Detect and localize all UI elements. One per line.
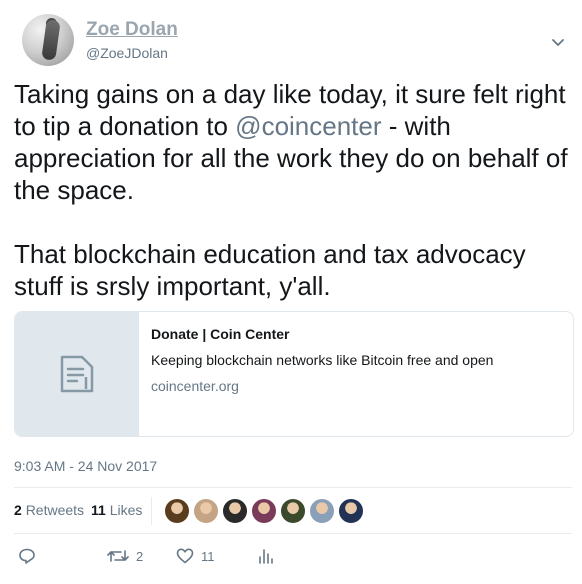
author-handle[interactable]: @ZoeJDolan [86,45,168,61]
analytics-button[interactable] [258,545,274,567]
heart-icon [176,548,194,564]
reply-icon [19,548,35,564]
like-count: 11 [201,548,215,564]
likes-count: 11 [91,502,106,518]
card-body: Donate | Coin Center Keeping blockchain … [151,326,561,394]
card-thumbnail [15,312,139,436]
mention-link[interactable]: @coincenter [235,111,381,141]
avatar[interactable] [22,14,74,66]
retweets-count: 2 [14,502,22,518]
retweets-stat[interactable]: 2 Retweets [14,502,84,518]
liker-avatar[interactable] [222,498,248,524]
reply-button[interactable] [18,545,36,567]
card-domain: coincenter.org [151,378,239,394]
link-card[interactable]: Donate | Coin Center Keeping blockchain … [14,311,574,437]
analytics-icon [259,549,273,564]
liker-avatar[interactable] [164,498,190,524]
tweet-stats: 2 Retweets 11 Likes [14,497,572,525]
liker-avatar[interactable] [251,498,277,524]
tweet: Zoe Dolan @ZoeJDolan Taking gains on a d… [0,0,582,584]
divider [14,533,572,534]
tweet-text: Taking gains on a day like today, it sur… [14,78,570,302]
card-title: Donate | Coin Center [151,326,290,342]
divider [14,487,572,488]
retweet-button[interactable]: 2 [107,545,143,567]
like-button[interactable]: 11 [176,545,215,567]
chevron-down-icon[interactable] [550,34,566,50]
liker-avatar[interactable] [338,498,364,524]
retweet-count: 2 [136,548,144,564]
tweet-actions: 2 11 [14,545,572,569]
document-icon [60,355,94,393]
likes-label: Likes [109,502,143,518]
author-name[interactable]: Zoe Dolan [86,19,178,41]
card-description: Keeping blockchain networks like Bitcoin… [151,352,494,368]
tweet-timestamp[interactable]: 9:03 AM - 24 Nov 2017 [14,458,157,474]
likes-stat[interactable]: 11 Likes [91,502,142,518]
liker-avatar[interactable] [309,498,335,524]
retweets-label: Retweets [25,502,85,518]
liker-avatar[interactable] [193,498,219,524]
stats-separator [151,497,152,525]
retweet-icon [107,550,129,562]
liker-avatar[interactable] [280,498,306,524]
tweet-header: Zoe Dolan @ZoeJDolan [18,14,572,70]
